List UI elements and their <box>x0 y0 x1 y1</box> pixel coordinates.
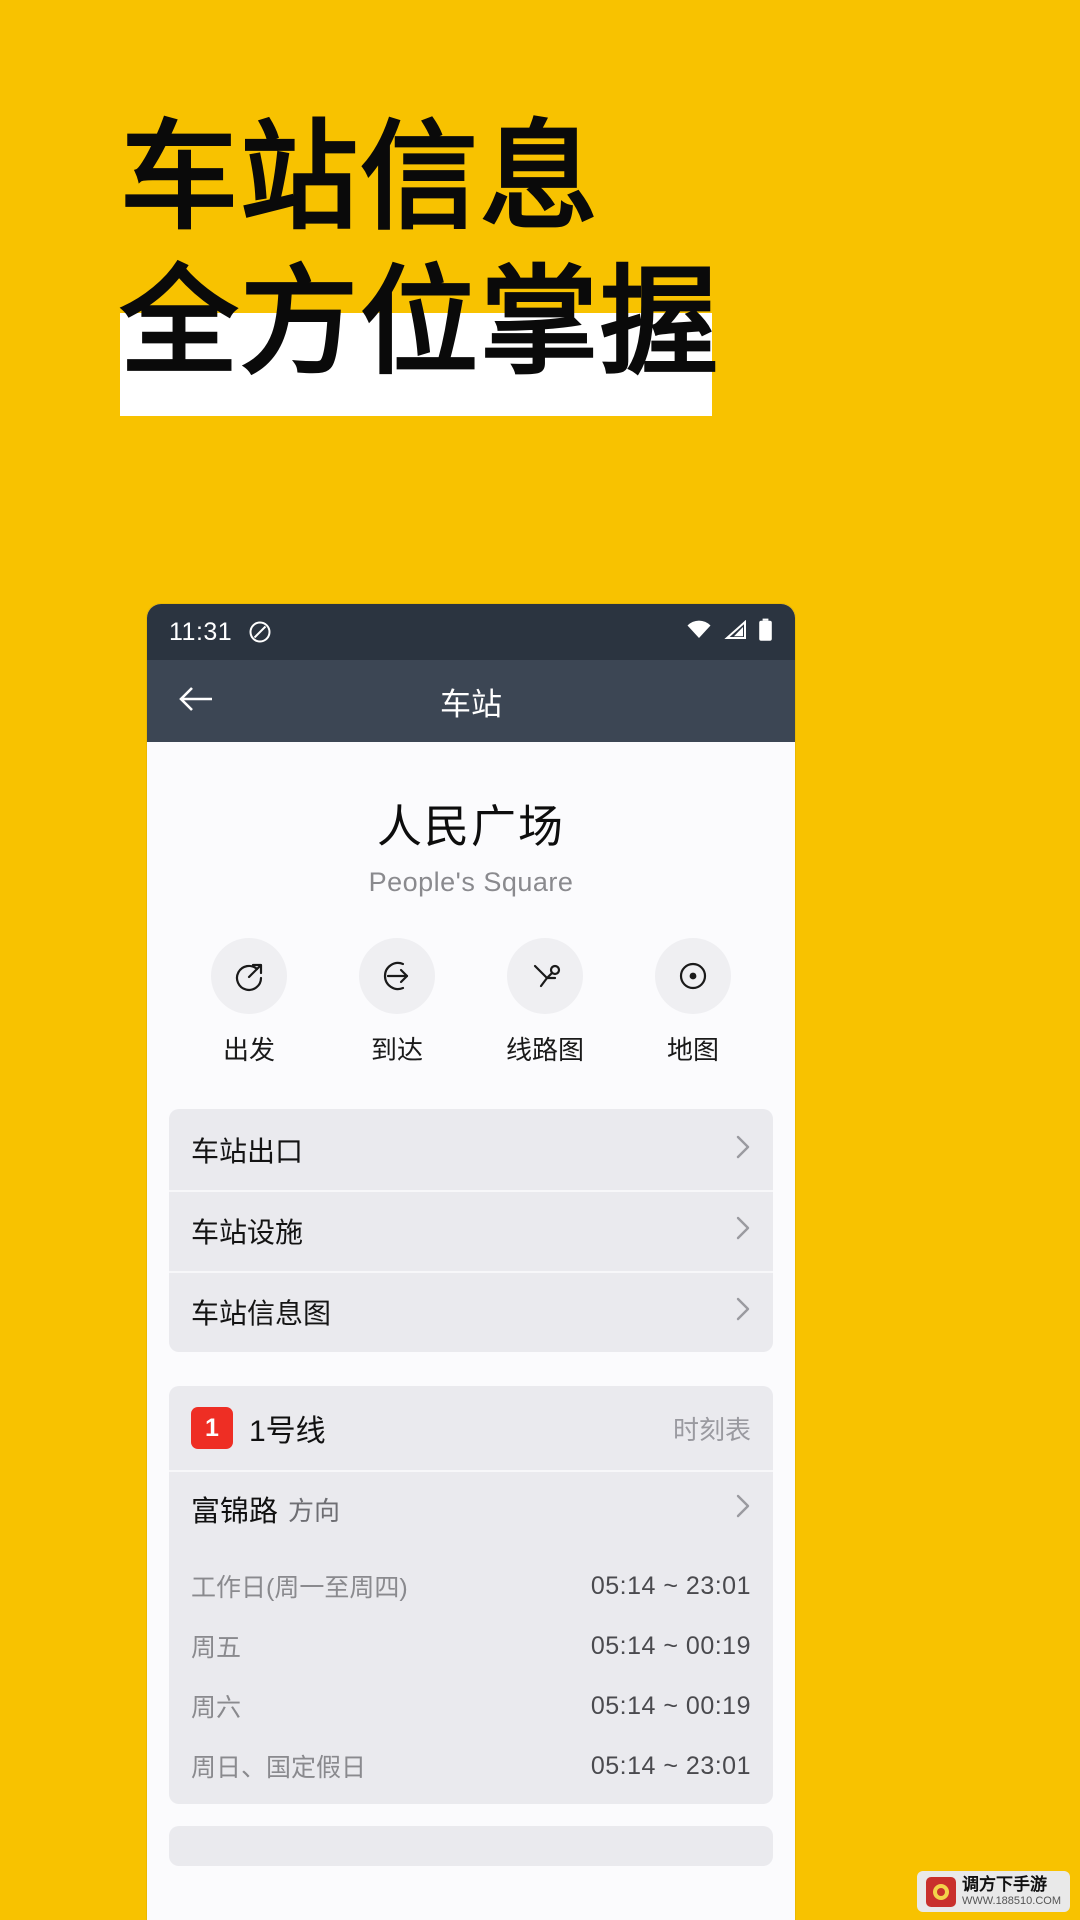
chevron-right-icon <box>735 1295 751 1329</box>
action-label: 到达 <box>370 1035 423 1065</box>
arrive-icon <box>359 938 435 1014</box>
chevron-right-icon <box>735 1492 751 1526</box>
map-pin-icon <box>655 938 731 1014</box>
row-station-info-map[interactable]: 车站信息图 <box>169 1271 773 1352</box>
status-bar-time: 11:31 <box>169 617 233 646</box>
timetable-time: 05:14 ~ 00:19 <box>590 1691 751 1720</box>
chevron-right-icon <box>735 1133 751 1167</box>
line-name: 1号线 <box>249 1415 326 1448</box>
action-label: 出发 <box>222 1035 275 1065</box>
watermark: 调方下手游 WWW.188510.COM <box>916 1871 1070 1912</box>
status-bar-icons <box>686 618 773 647</box>
timetable-time: 05:14 ~ 23:01 <box>590 1751 751 1780</box>
station-name-cn: 人民广场 <box>376 801 565 852</box>
headline-line-2: 全方位掌握 <box>120 253 721 391</box>
watermark-title: 调方下手游 <box>961 1875 1047 1895</box>
action-label: 线路图 <box>505 1035 584 1065</box>
timetable-row: 周五 05:14 ~ 00:19 <box>169 1624 773 1668</box>
next-section-peek <box>169 1826 773 1866</box>
headline-line-1: 车站信息 <box>120 108 601 246</box>
schedule-link[interactable]: 时刻表 <box>673 1410 751 1447</box>
timetable-time: 05:14 ~ 23:01 <box>590 1571 751 1600</box>
route-map-icon <box>507 938 583 1014</box>
app-bar: 车站 <box>147 660 795 742</box>
watermark-url: WWW.188510.COM <box>961 1894 1061 1907</box>
line-badge: 1 <box>191 1407 233 1449</box>
action-label: 地图 <box>666 1035 719 1065</box>
do-not-disturb-icon <box>248 620 272 644</box>
timetable-day: 周六 <box>191 1694 242 1722</box>
timetable-spacer <box>169 1668 773 1684</box>
chevron-right-icon <box>735 1214 751 1248</box>
phone-mockup: 11:31 车站 人民广场 People's Square 出发 到达 线路图 … <box>147 604 795 1920</box>
wifi-icon <box>686 620 712 645</box>
timetable-row: 工作日(周一至周四) 05:14 ~ 23:01 <box>169 1564 773 1608</box>
action-map[interactable]: 地图 <box>647 938 739 1067</box>
line-section-card: 1 1号线 时刻表 富锦路 方向 工作日(周一至周四) 05:14 ~ 23:0… <box>169 1386 773 1804</box>
battery-icon <box>758 618 773 647</box>
timetable-spacer <box>169 1788 773 1804</box>
line-header[interactable]: 1 1号线 时刻表 <box>169 1386 773 1470</box>
depart-icon <box>211 938 287 1014</box>
timetable-day: 周五 <box>191 1634 242 1662</box>
watermark-logo-icon <box>925 1876 956 1907</box>
watermark-text: 调方下手游 WWW.188510.COM <box>962 1876 1061 1907</box>
row-label: 车站出口 <box>191 1135 304 1167</box>
timetable-spacer <box>169 1548 773 1564</box>
timetable-spacer <box>169 1608 773 1624</box>
timetable-day: 工作日(周一至周四) <box>191 1574 408 1602</box>
action-route-map[interactable]: 线路图 <box>499 938 591 1067</box>
page-title: 车站 <box>440 686 502 722</box>
timetable-day: 周日、国定假日 <box>191 1754 367 1782</box>
timetable-time: 05:14 ~ 00:19 <box>590 1631 751 1660</box>
back-button[interactable] <box>173 678 219 724</box>
station-name-en: People's Square <box>368 867 574 897</box>
poster-headline: 车站信息 全方位掌握 <box>0 0 1080 500</box>
timetable-row: 周六 05:14 ~ 00:19 <box>169 1684 773 1728</box>
status-bar: 11:31 <box>147 604 795 660</box>
row-label: 车站设施 <box>191 1216 304 1248</box>
row-station-exit[interactable]: 车站出口 <box>169 1109 773 1190</box>
action-arrive[interactable]: 到达 <box>351 938 443 1067</box>
station-header: 人民广场 People's Square <box>147 742 795 898</box>
station-info-card: 车站出口 车站设施 车站信息图 <box>169 1109 773 1352</box>
signal-icon <box>723 619 747 645</box>
row-station-facilities[interactable]: 车站设施 <box>169 1190 773 1271</box>
timetable-row: 周日、国定假日 05:14 ~ 23:01 <box>169 1744 773 1788</box>
direction-name: 富锦路 <box>191 1496 279 1528</box>
row-label: 车站信息图 <box>191 1297 332 1329</box>
arrow-left-icon <box>177 684 215 719</box>
timetable-spacer <box>169 1728 773 1744</box>
action-row: 出发 到达 线路图 地图 <box>147 898 795 1101</box>
direction-row[interactable]: 富锦路 方向 <box>169 1470 773 1548</box>
direction-suffix: 方向 <box>288 1495 341 1526</box>
action-depart[interactable]: 出发 <box>203 938 295 1067</box>
